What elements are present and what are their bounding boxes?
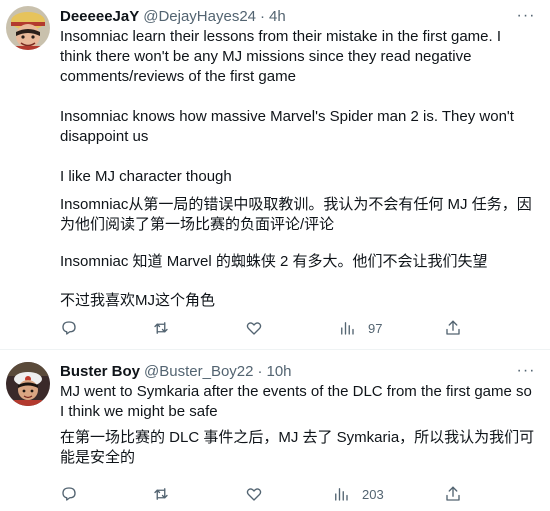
views-button[interactable]: 97 bbox=[338, 318, 382, 338]
separator: · bbox=[257, 362, 263, 380]
share-icon bbox=[446, 486, 460, 501]
tweet-header: DeeeeeJaY @DejayHayes24 · 4h bbox=[60, 6, 286, 26]
like-icon bbox=[246, 488, 262, 501]
retweet-button[interactable] bbox=[152, 484, 170, 504]
tweet-paragraph: 在第一场比赛的 DLC 事件之后，MJ 去了 Symkaria，所以我认为我们可… bbox=[60, 429, 535, 466]
like-button[interactable] bbox=[245, 318, 263, 338]
reply-icon bbox=[62, 487, 76, 501]
tweet[interactable]: Buster Boy @Buster_Boy22 · 10h ··· MJ we… bbox=[0, 351, 550, 511]
reply-button[interactable] bbox=[60, 484, 78, 504]
share-button[interactable] bbox=[444, 318, 462, 338]
timestamp[interactable]: 4h bbox=[269, 8, 286, 25]
tweet-text: MJ went to Symkaria after the events of … bbox=[60, 382, 536, 468]
tweet-header: Buster Boy @Buster_Boy22 · 10h bbox=[60, 361, 292, 381]
tweet[interactable]: DeeeeeJaY @DejayHayes24 · 4h ··· Insomni… bbox=[0, 0, 550, 350]
tweet-actions: 97 bbox=[60, 318, 480, 338]
views-count: 203 bbox=[362, 486, 384, 502]
like-button[interactable] bbox=[245, 484, 263, 504]
more-options-icon[interactable]: ··· bbox=[516, 361, 536, 381]
more-options-icon[interactable]: ··· bbox=[516, 6, 536, 26]
tweet-actions: 203 bbox=[60, 484, 480, 504]
avatar-image bbox=[6, 6, 50, 50]
handle[interactable]: @DejayHayes24 bbox=[143, 8, 256, 25]
share-button[interactable] bbox=[444, 484, 462, 504]
avatar[interactable] bbox=[6, 6, 50, 50]
tweet-paragraph: MJ went to Symkaria after the events of … bbox=[60, 383, 532, 420]
separator: · bbox=[260, 7, 266, 25]
tweet-paragraph: Insomniac从第一局的错误中吸取教训。我认为不会有任何 MJ 任务，因为他… bbox=[60, 196, 532, 233]
avatar-image bbox=[6, 362, 50, 406]
reply-button[interactable] bbox=[60, 318, 78, 338]
tweet-paragraph: Insomniac knows how massive Marvel's Spi… bbox=[60, 108, 514, 145]
tweet-paragraph: Insomniac learn their lessons from their… bbox=[60, 28, 502, 85]
avatar[interactable] bbox=[6, 362, 50, 406]
retweet-icon bbox=[154, 322, 168, 334]
views-count: 97 bbox=[368, 320, 383, 336]
tweet-paragraph: I like MJ character though bbox=[60, 168, 232, 185]
handle[interactable]: @Buster_Boy22 bbox=[144, 363, 253, 380]
like-icon bbox=[246, 322, 262, 335]
reply-icon bbox=[62, 321, 76, 335]
retweet-icon bbox=[154, 488, 168, 500]
timestamp[interactable]: 10h bbox=[266, 363, 291, 380]
views-icon bbox=[341, 322, 354, 335]
views-button[interactable]: 203 bbox=[332, 484, 384, 504]
views-icon bbox=[335, 488, 348, 501]
share-icon bbox=[446, 320, 460, 335]
retweet-button[interactable] bbox=[152, 318, 170, 338]
tweet-paragraph: Insomniac 知道 Marvel 的蜘蛛侠 2 有多大。他们不会让我们失望 bbox=[60, 253, 488, 270]
display-name[interactable]: DeeeeeJaY bbox=[60, 8, 139, 25]
display-name[interactable]: Buster Boy bbox=[60, 363, 140, 380]
tweet-text: Insomniac learn their lessons from their… bbox=[60, 27, 536, 311]
tweet-paragraph: 不过我喜欢MJ这个角色 bbox=[60, 292, 215, 309]
